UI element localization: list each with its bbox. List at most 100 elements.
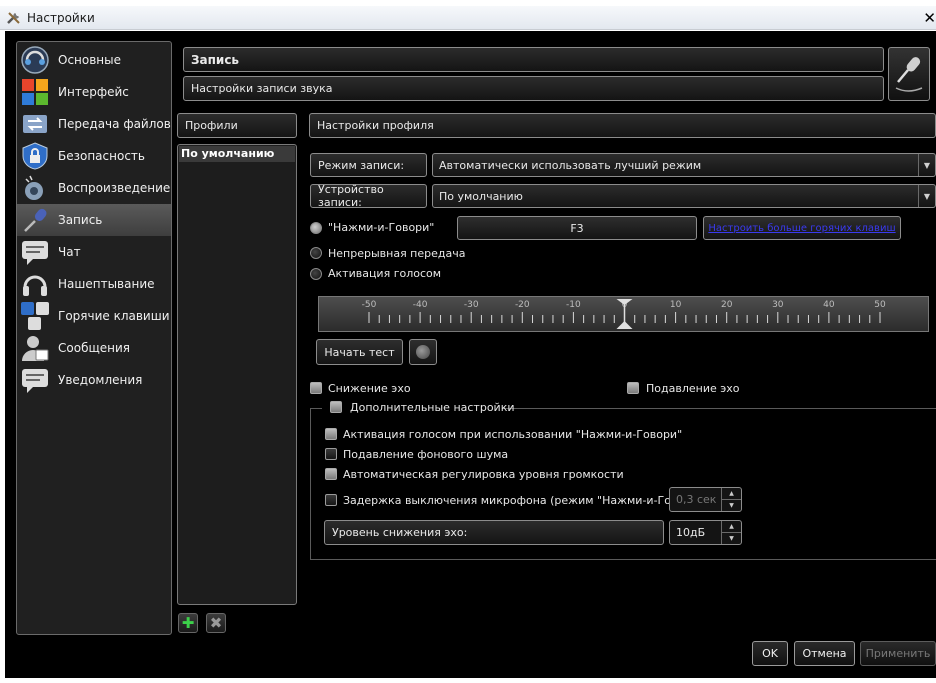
group-border [310, 559, 936, 560]
mic-delay-label: Задержка выключения микрофона (режим "На… [343, 494, 712, 507]
mode-label: Режим записи: [310, 153, 427, 177]
advanced-settings-title: Дополнительные настройки [350, 401, 515, 414]
echo-level-label: Уровень снижения эхо: [324, 520, 664, 545]
nav-label: Запись [58, 213, 103, 227]
spin-up-icon[interactable]: ▲ [722, 488, 741, 500]
voice-activation-label: Активация голосом [328, 267, 442, 280]
slider-scale: -50-40-30-20-1001020304050 [362, 299, 886, 329]
nav-item-messages[interactable]: Сообщения [17, 332, 171, 364]
remove-profile-button[interactable]: ✖ [206, 613, 226, 633]
continuous-label: Непрерывная передача [328, 247, 466, 260]
nav-item-general[interactable]: Основные [17, 44, 171, 76]
nav-label: Нашептывание [58, 277, 155, 291]
advanced-settings-checkbox[interactable] [330, 401, 342, 413]
nav-label: Сообщения [58, 341, 131, 355]
nav-item-recording[interactable]: Запись [17, 204, 171, 236]
voice-activation-radio[interactable] [310, 268, 322, 280]
ptt-voice-activation-checkbox[interactable] [325, 428, 337, 440]
cancel-button[interactable]: Отмена [794, 641, 855, 666]
ptt-radio[interactable] [310, 222, 322, 234]
group-border [310, 408, 311, 560]
slider-tick-label: -10 [566, 300, 581, 310]
teamspeak-logo-icon [20, 45, 50, 75]
slider-tick-label: -50 [362, 300, 377, 310]
chat-icon [20, 237, 50, 267]
echo-reduction-label: Снижение эхо [328, 382, 411, 395]
slider-tick-label: -30 [464, 300, 479, 310]
slider-tick-label: -40 [413, 300, 428, 310]
notification-icon [20, 365, 50, 395]
settings-nav: Основные Интерфейс Передача файлов Безоп… [16, 41, 172, 635]
echo-level-spinbox[interactable]: 10дБ ▲ ▼ [669, 520, 742, 545]
spin-down-icon[interactable]: ▼ [722, 500, 741, 512]
x-icon: ✖ [209, 614, 223, 632]
windows-tiles-icon [20, 77, 50, 107]
spin-down-icon[interactable]: ▼ [722, 533, 741, 545]
file-transfer-icon [20, 109, 50, 139]
apply-button[interactable]: Применить [860, 641, 936, 666]
settings-window: Основные Интерфейс Передача файлов Безоп… [5, 31, 936, 678]
ok-button[interactable]: OK [752, 641, 788, 666]
noise-suppression-label: Подавление фонового шума [343, 448, 509, 461]
window-title: Настройки [27, 10, 95, 25]
more-hotkeys-button[interactable]: Настроить больше горячих клавиш [703, 216, 901, 240]
nav-label: Воспроизведение [58, 181, 171, 195]
noise-suppression-checkbox[interactable] [325, 448, 337, 460]
nav-item-security[interactable]: Безопасность [17, 140, 171, 172]
page-subtitle: Настройки записи звука [183, 76, 884, 101]
profiles-header: Профили [177, 113, 297, 138]
close-icon[interactable]: ✕ [923, 9, 936, 27]
mic-delay-value: 0,3 сек [676, 493, 717, 506]
nav-label: Основные [58, 53, 122, 67]
headset-icon [20, 269, 50, 299]
recording-device-select[interactable]: По умолчанию ▼ [432, 184, 936, 208]
profiles-list: По умолчанию [177, 144, 297, 605]
test-indicator [409, 339, 437, 365]
profile-item-default[interactable]: По умолчанию [179, 146, 295, 162]
chevron-down-icon: ▼ [918, 185, 935, 207]
nav-item-file-transfer[interactable]: Передача файлов [17, 108, 171, 140]
continuous-radio[interactable] [310, 247, 322, 259]
auto-gain-checkbox[interactable] [325, 468, 337, 480]
mic-delay-checkbox[interactable] [325, 494, 337, 506]
echo-reduction-checkbox[interactable] [310, 382, 322, 394]
voice-level-slider[interactable]: -50-40-30-20-1001020304050 [318, 296, 929, 332]
led-icon [416, 345, 430, 359]
spin-buttons: ▲ ▼ [721, 488, 741, 511]
recording-device-value: По умолчанию [439, 189, 523, 203]
group-border [503, 408, 936, 409]
nav-item-chat[interactable]: Чат [17, 236, 171, 268]
recording-mode-value: Автоматически использовать лучший режим [439, 158, 702, 172]
mic-delay-spinbox[interactable]: 0,3 сек ▲ ▼ [669, 487, 742, 512]
profile-settings-header: Настройки профиля [309, 113, 936, 138]
keyboard-keys-icon [20, 301, 50, 331]
nav-item-whisper[interactable]: Нашептывание [17, 268, 171, 300]
ptt-label: "Нажми-и-Говори" [328, 221, 435, 234]
nav-item-notifications[interactable]: Уведомления [17, 364, 171, 396]
ptt-hotkey-button[interactable]: F3 [457, 216, 697, 240]
nav-label: Интерфейс [58, 85, 129, 99]
slider-tick-label: 10 [670, 300, 682, 310]
start-test-button[interactable]: Начать тест [316, 339, 403, 365]
title-bar: Настройки ✕ [0, 6, 936, 30]
tools-icon [6, 10, 22, 26]
ptt-voice-activation-label: Активация голосом при использовании "Наж… [343, 428, 683, 441]
slider-tick-label: 50 [874, 300, 886, 310]
chevron-down-icon: ▼ [918, 154, 935, 176]
spin-up-icon[interactable]: ▲ [722, 521, 741, 533]
nav-label: Передача файлов [58, 117, 171, 131]
nav-item-playback[interactable]: Воспроизведение [17, 172, 171, 204]
add-profile-button[interactable]: ✚ [178, 613, 198, 633]
plus-icon: ✚ [181, 614, 195, 632]
recording-mode-select[interactable]: Автоматически использовать лучший режим … [432, 153, 936, 177]
nav-item-interface[interactable]: Интерфейс [17, 76, 171, 108]
echo-cancellation-checkbox[interactable] [627, 382, 639, 394]
auto-gain-label: Автоматическая регулировка уровня громко… [343, 468, 624, 481]
nav-label: Уведомления [58, 373, 143, 387]
slider-tick-label: 40 [823, 300, 835, 310]
nav-item-hotkeys[interactable]: Горячие клавиши [17, 300, 171, 332]
slider-thumb[interactable] [616, 299, 633, 329]
slider-tick-label: 30 [772, 300, 784, 310]
nav-label: Чат [58, 245, 81, 259]
echo-level-value: 10дБ [676, 526, 706, 539]
